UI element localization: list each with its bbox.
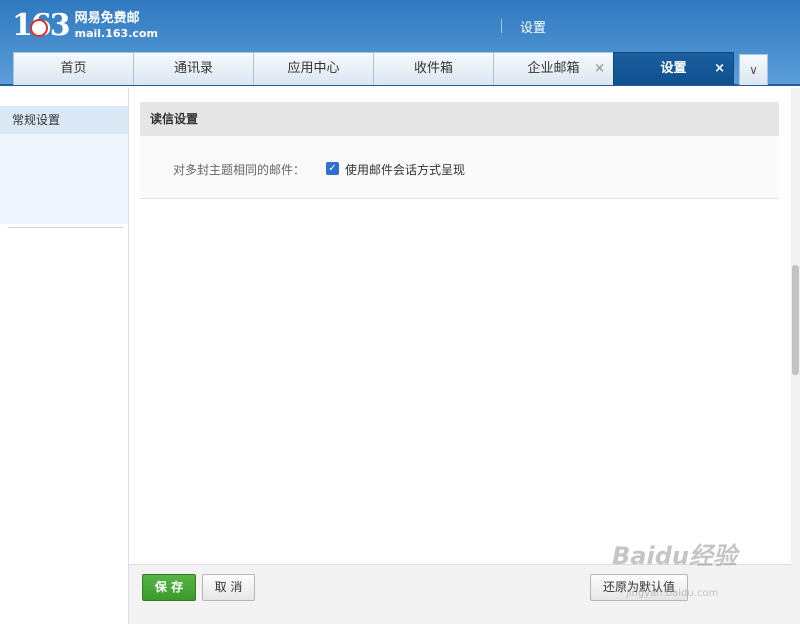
save-button[interactable]: 保 存 [142, 574, 196, 601]
row-label: 对多封主题相同的邮件： [173, 163, 306, 177]
tab-label: 收件箱 [413, 61, 453, 76]
chevron-down-icon[interactable]: ∨ [739, 54, 768, 85]
tab-label: 企业邮箱 [527, 61, 580, 76]
tab-inbox[interactable]: 收件箱 [373, 52, 494, 85]
close-icon[interactable]: × [594, 53, 605, 85]
tab-contacts[interactable]: 通讯录 [133, 52, 254, 85]
cancel-button[interactable]: 取 消 [202, 574, 255, 601]
tab-label: 设置 [660, 61, 687, 76]
sidebar-divider [8, 227, 123, 228]
scrollbar-thumb[interactable] [792, 265, 799, 375]
conversation-mode-label[interactable]: 使用邮件会话方式呈现 [345, 161, 465, 178]
tab-app-center[interactable]: 应用中心 [253, 52, 374, 85]
logo-text: 网易免费邮 mail.163.com [75, 11, 158, 41]
reset-defaults-button[interactable]: 还原为默认值 [590, 574, 688, 601]
tab-label: 通讯录 [173, 61, 213, 76]
footer-bar: 保 存 取 消 还原为默认值 [129, 564, 791, 624]
tab-bar: 首页 通讯录 应用中心 收件箱 企业邮箱 × 设置 × [13, 52, 734, 85]
section-title: 读信设置 [140, 102, 779, 136]
close-icon[interactable]: × [714, 53, 725, 85]
logo-badge-icon [30, 19, 48, 37]
tab-enterprise-mail[interactable]: 企业邮箱 × [493, 52, 614, 85]
conversation-mode-checkbox[interactable]: ✓ [326, 162, 339, 175]
header-title: 设置 [520, 21, 547, 36]
tab-home[interactable]: 首页 [13, 52, 134, 85]
section-body: 对多封主题相同的邮件： ✓ 使用邮件会话方式呈现 [140, 136, 779, 199]
tab-label: 应用中心 [287, 61, 340, 76]
tab-label: 首页 [60, 61, 87, 76]
settings-content: 读信设置 对多封主题相同的邮件： ✓ 使用邮件会话方式呈现 [129, 88, 791, 564]
tab-settings[interactable]: 设置 × [613, 52, 734, 85]
logo-number: 163 [12, 9, 71, 43]
logo-domain: mail.163.com [74, 27, 158, 40]
logo[interactable]: 163 网易免费邮 mail.163.com [12, 8, 158, 44]
logo-name: 网易免费邮 [74, 11, 140, 26]
header-divider [501, 19, 502, 33]
sidebar-item-general-settings[interactable]: 常规设置 [0, 106, 128, 134]
sidebar: 常规设置 [0, 88, 129, 624]
